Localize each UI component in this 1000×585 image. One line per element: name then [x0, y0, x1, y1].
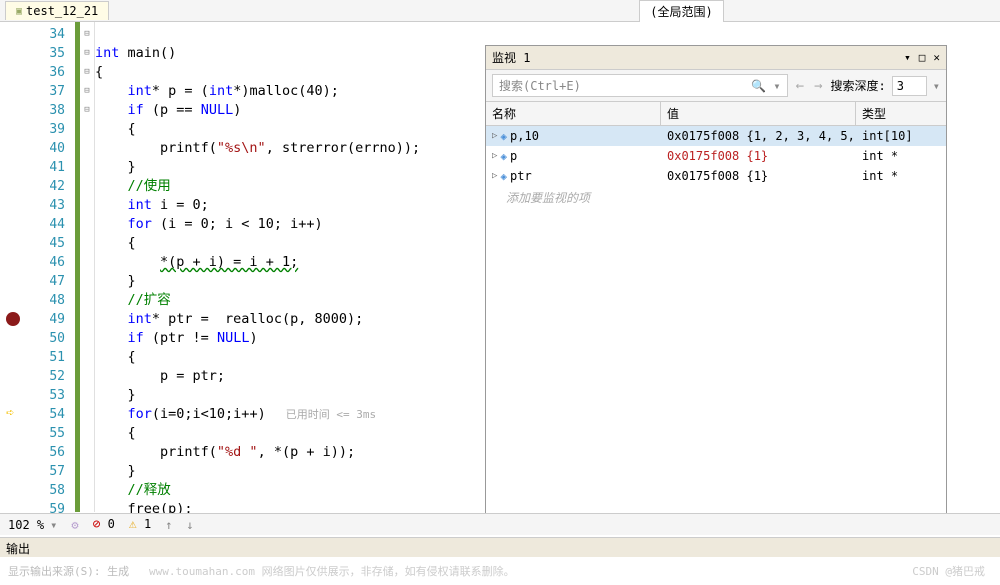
watermark: 显示输出来源(S): 生成 www.toumahan.com 网络图片仅供展示，… — [8, 563, 515, 579]
col-value[interactable]: 值 — [661, 102, 856, 125]
nav-fwd-icon[interactable]: → — [812, 78, 824, 94]
watch-row[interactable]: ▷◈ p,100x0175f008 {1, 2, 3, 4, 5, 6, 7, … — [486, 126, 946, 146]
nav-up-icon[interactable]: ↑ — [165, 518, 172, 532]
line-numbers: 34 35 36 37 38 39 40 41 42 43 44 45 46 4… — [30, 22, 75, 512]
file-tab[interactable]: ▣ test_12_21 — [5, 1, 109, 20]
expand-icon[interactable]: ▷ — [492, 171, 497, 181]
col-type[interactable]: 类型 — [856, 102, 946, 125]
col-name[interactable]: 名称 — [486, 102, 661, 125]
scope-dropdown[interactable]: (全局范围) — [639, 0, 723, 22]
current-line-arrow: ➪ — [6, 405, 14, 421]
error-count[interactable]: ⊘ 0 — [93, 517, 115, 532]
tab-bar: ▣ test_12_21 (全局范围) — [0, 0, 1000, 22]
nav-down-icon[interactable]: ↓ — [186, 518, 193, 532]
nav-back-icon[interactable]: ← — [794, 78, 806, 94]
expand-icon[interactable]: ▷ — [492, 131, 497, 141]
fold-column[interactable]: ⊟ ⊟ ⊟ ⊟ ⊟ — [80, 22, 95, 512]
csdn-watermark: CSDN @猪巴戒 — [912, 563, 985, 579]
tab-label: test_12_21 — [26, 4, 98, 18]
zoom-control[interactable]: 102 %▾ — [8, 518, 57, 532]
warning-count[interactable]: ⚠ 1 — [129, 517, 151, 532]
watch-columns: 名称 值 类型 — [486, 102, 946, 126]
watch-title-bar[interactable]: 监视 1 ▾ □ ✕ — [486, 46, 946, 70]
close-icon[interactable]: ✕ — [933, 51, 940, 64]
depth-input[interactable]: 3 — [892, 76, 927, 96]
expand-icon[interactable]: ▷ — [492, 151, 497, 161]
maximize-icon[interactable]: □ — [919, 51, 926, 64]
file-icon: ▣ — [16, 6, 22, 17]
window-controls: ▾ □ ✕ — [904, 51, 940, 64]
watch-title: 监视 1 — [492, 49, 530, 66]
watch-search-bar: 搜索(Ctrl+E) 🔍 ▾ ← → 搜索深度: 3 ▾ — [486, 70, 946, 102]
search-icon[interactable]: 🔍 ▾ — [751, 79, 780, 93]
add-watch-item[interactable]: 添加要监视的项 — [486, 186, 946, 209]
breakpoint-icon[interactable] — [6, 312, 20, 326]
cube-icon: ◈ — [500, 170, 507, 183]
dropdown-icon[interactable]: ▾ — [904, 51, 911, 64]
watch-body[interactable]: ▷◈ p,100x0175f008 {1, 2, 3, 4, 5, 6, 7, … — [486, 126, 946, 516]
lightbulb-icon[interactable]: ⚙ — [71, 518, 78, 532]
cube-icon: ◈ — [500, 130, 507, 143]
gutter — [0, 22, 30, 512]
output-panel-title[interactable]: 输出 — [0, 537, 1000, 557]
cube-icon: ◈ — [500, 150, 507, 163]
search-input[interactable]: 搜索(Ctrl+E) 🔍 ▾ — [492, 74, 788, 97]
status-bar: 102 %▾ ⚙ ⊘ 0 ⚠ 1 ↑ ↓ — [0, 513, 1000, 535]
dropdown-icon[interactable]: ▾ — [933, 79, 940, 93]
depth-label: 搜索深度: — [831, 77, 886, 94]
watch-row[interactable]: ▷◈ ptr0x0175f008 {1}int * — [486, 166, 946, 186]
watch-row[interactable]: ▷◈ p0x0175f008 {1}int * — [486, 146, 946, 166]
watch-panel: 监视 1 ▾ □ ✕ 搜索(Ctrl+E) 🔍 ▾ ← → 搜索深度: 3 ▾ … — [485, 45, 947, 533]
